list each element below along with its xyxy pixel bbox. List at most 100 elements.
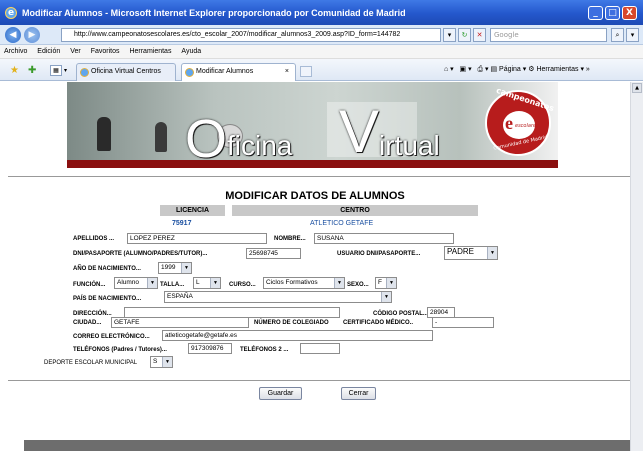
certificado-medico-input[interactable]: - xyxy=(432,317,494,328)
campeonatos-escolares-logo: campeonatos e escolares Comunidad de Mad… xyxy=(485,86,555,156)
talla-select[interactable]: L ▼ xyxy=(193,277,221,289)
runner-silhouette xyxy=(155,122,167,152)
pais-select[interactable]: ESPAÑA ▼ xyxy=(164,291,392,303)
divider xyxy=(8,176,630,177)
nombre-input[interactable]: SUSANA xyxy=(314,233,454,244)
home-icon[interactable]: ⌂ ▾ xyxy=(444,66,454,73)
telefonos-input[interactable]: 917309876 xyxy=(188,343,232,354)
deporte-escolar-select[interactable]: S ▼ xyxy=(150,356,173,368)
tab-label: Modificar Alumnos xyxy=(196,68,254,75)
forward-arrow-icon[interactable]: ▶ xyxy=(24,27,40,43)
favorites-star-icon[interactable]: ★ xyxy=(10,65,19,76)
feeds-icon[interactable]: ▣ ▾ xyxy=(460,66,472,73)
quick-tabs-icon[interactable]: ▦ xyxy=(50,65,62,76)
search-input[interactable]: Google xyxy=(490,28,607,42)
new-tab-button[interactable] xyxy=(300,66,312,77)
maximize-button[interactable]: □ xyxy=(605,6,620,20)
search-options-icon[interactable]: ▾ xyxy=(626,28,639,42)
scroll-up-icon[interactable]: ▲ xyxy=(632,83,642,93)
url-input[interactable]: http://www.campeonatosescolares.es/cto_e… xyxy=(61,28,441,42)
tab-close-icon[interactable]: × xyxy=(285,64,289,80)
logo-ring: e escolares xyxy=(503,111,539,139)
telefonos-label: TELÉFONOS (Padres / Tutores)... xyxy=(73,347,167,353)
header-licencia: LICENCIA xyxy=(160,205,225,216)
tools-icon[interactable]: ⚙ Herramientas ▾ xyxy=(528,66,584,73)
add-favorites-icon[interactable]: ✚ xyxy=(28,65,36,76)
page-bottom-bar xyxy=(24,440,630,451)
licencia-value: 75917 xyxy=(172,220,192,227)
stop-icon[interactable]: ✕ xyxy=(473,28,486,42)
menu-edicion[interactable]: Edición xyxy=(37,48,60,55)
funcion-label: FUNCIÓN... xyxy=(73,282,106,288)
chevron-down-icon: ▼ xyxy=(334,278,344,288)
tab-list-icon[interactable]: ▾ xyxy=(64,65,73,76)
dni-label: DNI/PASAPORTE (ALUMNO/PADRES/TUTOR)... xyxy=(73,251,208,257)
command-bar: ⌂ ▾ ▣ ▾ ⎙ ▾ ▤ Página ▾ ⚙ Herramientas ▾ … xyxy=(444,63,590,77)
tab-label: Oficina Virtual Centros xyxy=(91,68,161,75)
menu-ver[interactable]: Ver xyxy=(70,48,81,55)
chevron-down-icon: ▼ xyxy=(487,247,497,259)
correo-input[interactable]: atleticogetafe@getafe.es xyxy=(162,330,433,341)
logo-top-text: campeonatos xyxy=(495,85,556,114)
chevron-down-icon: ▼ xyxy=(386,278,396,288)
address-bar: ◀ ▶ http://www.campeonatosescolares.es/c… xyxy=(0,25,643,45)
banner-letter-o: O xyxy=(185,109,228,160)
sexo-select[interactable]: F ▼ xyxy=(375,277,397,289)
refresh-icon[interactable]: ↻ xyxy=(458,28,471,42)
window-title: Modificar Alumnos - Microsoft Internet E… xyxy=(22,8,406,18)
codigo-postal-label: CÓDIGO POSTAL... xyxy=(373,311,428,317)
print-icon[interactable]: ⎙ ▾ xyxy=(477,66,488,73)
back-arrow-icon[interactable]: ◀ xyxy=(5,27,21,43)
minimize-button[interactable]: _ xyxy=(588,6,603,20)
vertical-scrollbar[interactable]: ▲ xyxy=(630,82,643,451)
anio-select[interactable]: 1999 ▼ xyxy=(158,262,192,274)
close-window-button[interactable]: X xyxy=(622,6,637,20)
url-dropdown-icon[interactable]: ▾ xyxy=(443,28,456,42)
correo-label: CORREO ELECTRÓNICO... xyxy=(73,334,150,340)
chevron-down-icon: ▼ xyxy=(210,278,220,288)
apellidos-input[interactable]: LOPEZ PEREZ xyxy=(127,233,267,244)
ie-page-icon xyxy=(80,68,89,77)
deporte-escolar-label: DEPORTE ESCOLAR MUNICIPAL xyxy=(44,360,138,366)
menu-favoritos[interactable]: Favoritos xyxy=(91,48,120,55)
chevron-down-icon: ▼ xyxy=(381,292,391,302)
page-icon[interactable]: ▤ Página ▾ xyxy=(490,66,526,73)
guardar-button[interactable]: Guardar xyxy=(259,387,302,400)
tab-bar: ★ ✚ ▦ ▾ Oficina Virtual Centros Modifica… xyxy=(0,59,643,81)
runner-silhouette xyxy=(97,117,111,151)
more-icon[interactable]: » xyxy=(586,66,590,73)
certificado-medico-label: CERTIFICADO MÉDICO.. xyxy=(343,320,413,326)
curso-label: CURSO... xyxy=(229,282,256,288)
dni-input[interactable]: 25698745 xyxy=(246,248,301,259)
menu-ayuda[interactable]: Ayuda xyxy=(181,48,201,55)
ciudad-input[interactable]: GETAFE xyxy=(111,317,249,328)
tab-oficina-virtual[interactable]: Oficina Virtual Centros xyxy=(76,63,176,81)
funcion-select[interactable]: Alumno ▼ xyxy=(114,277,158,289)
banner-letter-v: V xyxy=(339,98,380,161)
divider xyxy=(8,380,630,381)
tab-modificar-alumnos[interactable]: Modificar Alumnos × xyxy=(181,63,296,81)
usuario-select[interactable]: PADRE ▼ xyxy=(444,246,498,260)
apellidos-label: APELLIDOS ... xyxy=(73,236,115,242)
header-centro: CENTRO xyxy=(232,205,478,216)
talla-label: TALLA... xyxy=(160,282,185,288)
menu-herramientas[interactable]: Herramientas xyxy=(129,48,171,55)
cerrar-button[interactable]: Cerrar xyxy=(341,387,376,400)
chevron-down-icon: ▼ xyxy=(181,263,191,273)
window-titlebar: e Modificar Alumnos - Microsoft Internet… xyxy=(0,0,643,25)
ie-page-icon xyxy=(185,68,194,77)
form-title: MODIFICAR DATOS DE ALUMNOS xyxy=(225,190,405,202)
menu-bar: Archivo Edición Ver Favoritos Herramient… xyxy=(0,45,643,59)
nombre-label: NOMBRE... xyxy=(274,236,306,242)
chevron-down-icon: ▼ xyxy=(162,357,172,367)
ie-logo-icon: e xyxy=(5,7,17,19)
curso-select[interactable]: Ciclos Formativos ▼ xyxy=(263,277,345,289)
ciudad-label: CIUDAD... xyxy=(73,320,102,326)
banner-word-irtual: irtual xyxy=(379,130,440,160)
pais-label: PAÍS DE NACIMIENTO... xyxy=(73,296,142,302)
sexo-label: SEXO... xyxy=(347,282,369,288)
search-icon[interactable]: ⌕ xyxy=(611,28,624,42)
telefonos2-input[interactable] xyxy=(300,343,340,354)
menu-archivo[interactable]: Archivo xyxy=(4,48,27,55)
logo-mid-text: escolares xyxy=(515,123,539,129)
